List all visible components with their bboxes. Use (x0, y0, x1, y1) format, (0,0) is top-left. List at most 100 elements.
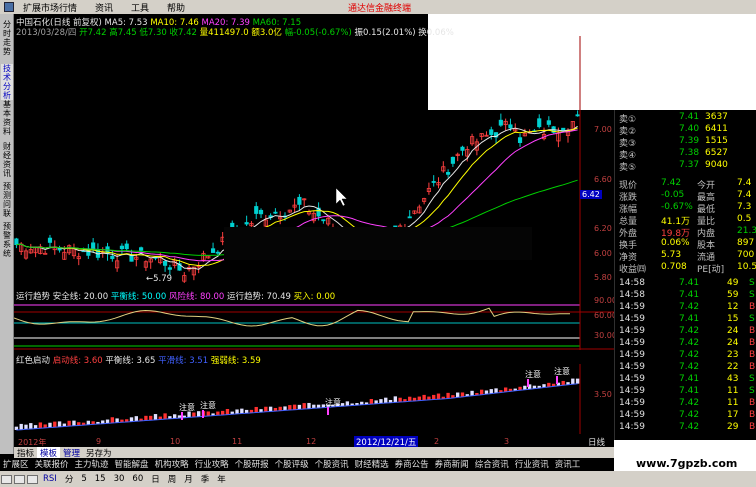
ext-tab[interactable]: 个股资讯 (312, 458, 352, 470)
ext-tab[interactable]: 扩展区 (0, 458, 32, 470)
indicator2-bar (547, 382, 551, 387)
attention-marker: 注意 (179, 402, 195, 412)
indicator2-bar (86, 420, 91, 425)
candle (119, 245, 125, 250)
tick-row: 14:59 7.41 43 S (617, 374, 756, 386)
tick-row: 14:59 7.42 17 B (617, 410, 756, 422)
period-button[interactable]: 日 (147, 473, 164, 485)
indicator2-bar (57, 421, 62, 427)
candle (407, 216, 412, 219)
tick-row-cell: 11 (727, 398, 739, 408)
vtab-forecast[interactable]: 预测问联 (1, 182, 13, 218)
tick-row-cell: 7.42 (679, 338, 700, 348)
ext-tab[interactable]: 个股研报 (232, 458, 272, 470)
candlestick-chart[interactable] (14, 36, 614, 314)
vtab-finance-news[interactable]: 财经资讯 (1, 142, 13, 178)
ext-tab[interactable]: 关联报价 (32, 458, 72, 470)
menu-tools[interactable]: 工具 (122, 1, 158, 14)
status-nav-button[interactable] (27, 474, 38, 484)
tab-save-as[interactable]: 另存为 (83, 447, 115, 459)
attention-marker-bar (527, 379, 529, 387)
status-nav-button[interactable] (1, 474, 12, 484)
tab-indicator[interactable]: 指标 (14, 447, 37, 459)
menu-expand-market[interactable]: 扩展市场行情 (14, 1, 86, 14)
ask-row-cell: 3637 (705, 112, 728, 122)
tick-row-cell: 14:58 (619, 278, 645, 288)
tick-row: 14:59 7.42 29 B (617, 422, 756, 434)
tick-row-cell: 23 (727, 350, 739, 360)
ext-tab[interactable]: 行业资讯 (512, 458, 552, 470)
tick-row-cell: S (749, 278, 755, 288)
indicator2-bar (264, 406, 268, 412)
period-button[interactable]: 月 (180, 473, 197, 485)
quote-stat-row-cell: 0.708 (661, 262, 687, 272)
tick-row-cell: 7.42 (679, 398, 700, 408)
period-button[interactable]: 5 (77, 474, 90, 484)
vtab-technical[interactable]: 技术分析 (1, 64, 13, 100)
candle (167, 267, 172, 270)
ext-tab[interactable]: 机构攻略 (152, 458, 192, 470)
period-button[interactable]: 15 (91, 474, 110, 484)
candle (258, 209, 264, 215)
vtab-timeshare[interactable]: 分时走势 (1, 20, 13, 56)
period-button[interactable]: 60 (128, 474, 147, 484)
indicator2-bar (369, 399, 374, 405)
indicator2-bar (149, 415, 153, 421)
tick-row-cell: 14:58 (619, 290, 645, 300)
indicator2-bar (129, 417, 134, 422)
tab-daily[interactable]: 日线 (588, 436, 614, 448)
ext-tab[interactable]: 个股评级 (272, 458, 312, 470)
ext-tab[interactable]: 行业攻略 (192, 458, 232, 470)
indicator2-bar (196, 411, 201, 417)
indicator2-chart[interactable]: 注意 注意 注意注意 注意 (14, 364, 614, 434)
tick-row-cell: 14:59 (619, 362, 645, 372)
ext-tab[interactable]: 资讯工 (552, 458, 584, 470)
menu-news[interactable]: 资讯 (86, 1, 122, 14)
tick-row: 14:59 7.42 12 B (617, 302, 756, 314)
tick-row-cell: 14:59 (619, 386, 645, 396)
indicator2-bar (254, 406, 258, 413)
rsi-button[interactable]: RSI (39, 474, 61, 484)
ext-tab[interactable]: 智能解盘 (112, 458, 152, 470)
tick-row-cell: 14:59 (619, 422, 645, 432)
candle (254, 206, 259, 214)
period-button[interactable]: 30 (110, 474, 129, 484)
ext-tab[interactable]: 综合资讯 (472, 458, 512, 470)
ask-row-cell: 6411 (705, 124, 728, 134)
tick-row-cell: 49 (727, 278, 739, 288)
candle (489, 129, 494, 135)
tick-row-cell: 7.41 (679, 314, 700, 324)
vtab-warning[interactable]: 预警系统 (1, 222, 13, 258)
ext-tab[interactable]: 主力轨迹 (72, 458, 112, 470)
indicator2-bar (24, 424, 28, 430)
indicator2-bar (105, 419, 110, 424)
current-price-badge: 6.42 (580, 190, 602, 199)
tab-manage[interactable]: 管理 (60, 447, 83, 459)
indicator1-chart[interactable] (14, 300, 614, 350)
ext-tab[interactable]: 券商公告 (392, 458, 432, 470)
menu-help[interactable]: 帮助 (158, 1, 194, 14)
indicator2-bar (379, 399, 383, 404)
tab-template[interactable]: 模板 (37, 446, 61, 459)
period-button[interactable]: 周 (164, 473, 181, 485)
period-button[interactable]: 季 (197, 473, 214, 485)
indicator-tabs: 指标 模板 管理 另存为 (14, 446, 614, 459)
period-button[interactable]: 年 (213, 473, 230, 485)
vtab-fundamental[interactable]: 基本资料 (1, 100, 13, 136)
ext-tab[interactable]: 财经精选 (352, 458, 392, 470)
tick-row-cell: S (749, 386, 755, 396)
candle (446, 172, 451, 175)
candle (43, 252, 48, 255)
tick-row-cell: 14:59 (619, 338, 645, 348)
watermark: www.7gpzb.com (636, 457, 738, 470)
ext-tab[interactable]: 券商新闻 (432, 458, 472, 470)
ask-row-cell: 9040 (705, 160, 728, 170)
status-nav-button[interactable] (14, 474, 25, 484)
order-book-panel: 卖① 7.41 3637 卖② 7.40 6411 卖③ 7.39 1515 卖④ 7.38 6527… (614, 110, 756, 440)
quote-stat-row-cell: 收益㈣ (619, 265, 647, 275)
ask-row-cell: 1515 (705, 136, 728, 146)
tick-row-cell: B (749, 326, 756, 336)
attention-marker: 注意 (554, 366, 570, 376)
ask-row: 卖① 7.41 3637 (617, 112, 756, 125)
period-button[interactable]: 分 (61, 473, 78, 485)
